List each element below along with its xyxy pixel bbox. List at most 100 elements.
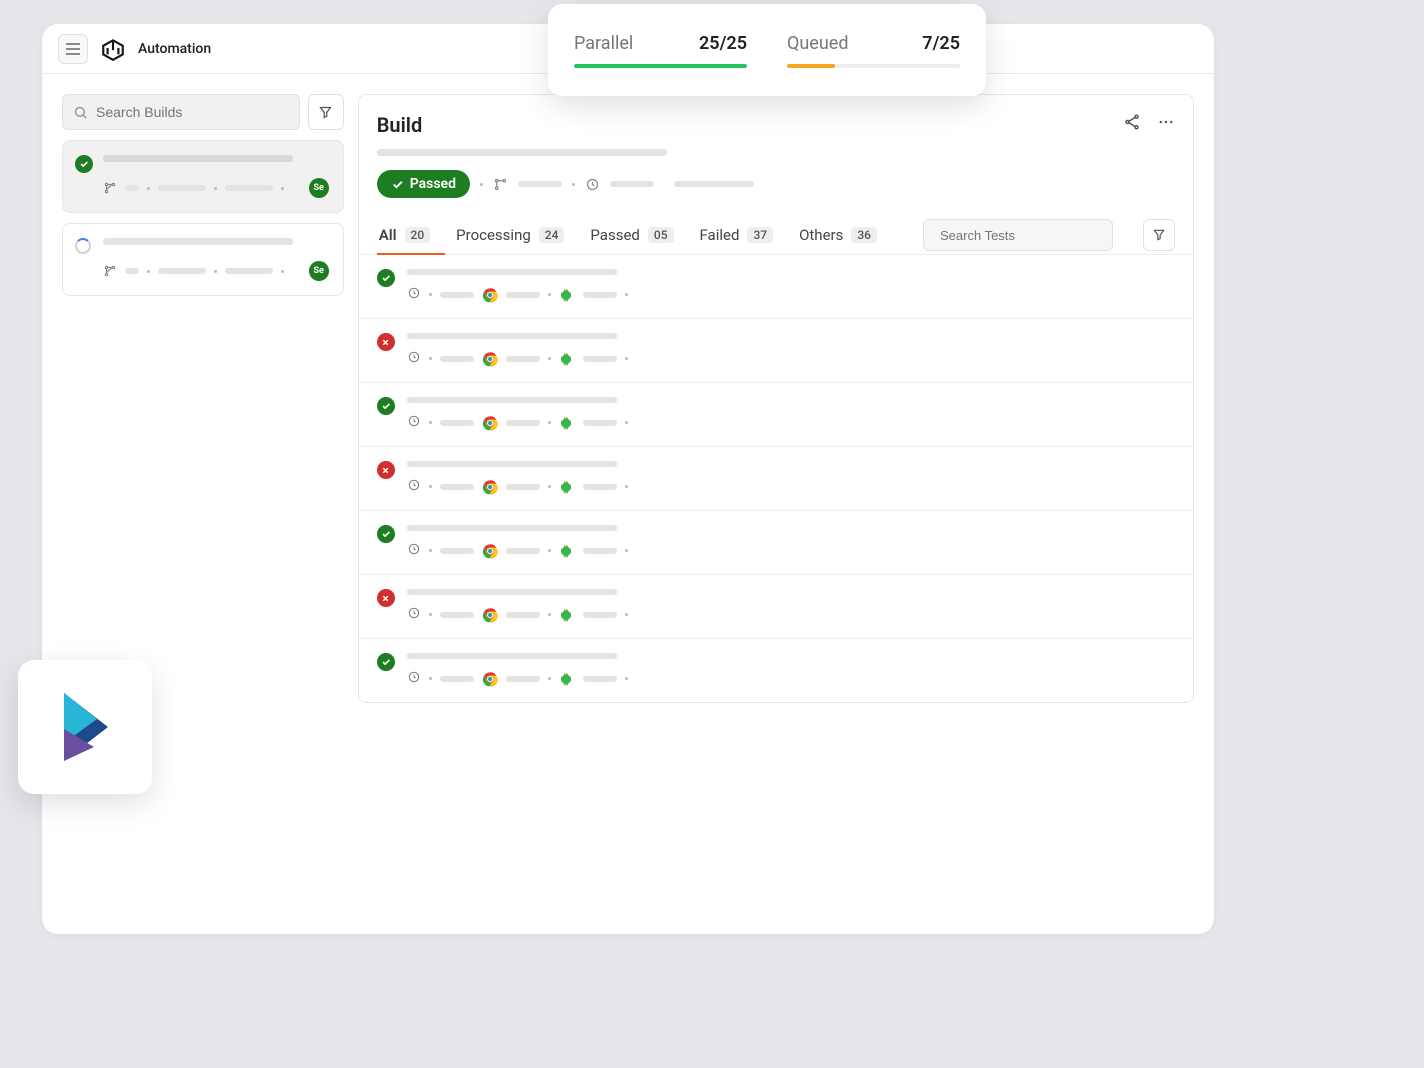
status-label: Passed (410, 176, 456, 192)
clock-icon (407, 605, 421, 624)
more-horizontal-icon (1157, 113, 1175, 131)
status-passed-icon (377, 397, 395, 415)
check-icon (391, 178, 404, 191)
stat-value: 25/25 (699, 33, 747, 54)
build-card[interactable]: Se (62, 140, 344, 213)
test-row[interactable] (359, 255, 1193, 319)
android-icon (559, 415, 575, 431)
selenium-badge-icon: Se (309, 178, 329, 198)
status-failed-icon (377, 589, 395, 607)
page-title: Build (377, 113, 423, 137)
hamburger-icon (66, 43, 80, 55)
chrome-icon (482, 287, 498, 303)
status-failed-icon (377, 333, 395, 351)
clock-icon (407, 413, 421, 432)
status-passed-icon (377, 269, 395, 287)
progress-track (787, 64, 960, 68)
test-row[interactable] (359, 511, 1193, 575)
clock-icon (407, 669, 421, 688)
stat-label: Queued (787, 33, 848, 54)
chrome-icon (482, 479, 498, 495)
product-logo-card (18, 660, 152, 794)
tab-passed[interactable]: Passed 05 (588, 216, 675, 254)
stat-label: Parallel (574, 33, 633, 54)
tab-failed[interactable]: Failed 37 (698, 216, 776, 254)
share-button[interactable] (1123, 113, 1141, 135)
app-title: Automation (138, 41, 211, 57)
main-panel: Build Passed (358, 94, 1194, 703)
test-row[interactable] (359, 639, 1193, 702)
chrome-icon (482, 671, 498, 687)
test-row[interactable] (359, 383, 1193, 447)
tab-label: All (379, 226, 397, 244)
more-button[interactable] (1157, 113, 1175, 135)
search-tests-box[interactable] (923, 219, 1113, 251)
tab-count: 20 (405, 227, 431, 243)
android-icon (559, 543, 575, 559)
branch-icon (103, 181, 117, 195)
stats-popover: Parallel 25/25 Queued 7/25 (548, 4, 986, 96)
chrome-icon (482, 351, 498, 367)
search-tests-input[interactable] (940, 228, 1116, 243)
android-icon (559, 351, 575, 367)
clock-icon (585, 177, 600, 192)
progress-track (574, 64, 747, 68)
test-row[interactable] (359, 447, 1193, 511)
status-passed-icon (377, 653, 395, 671)
clock-icon (407, 285, 421, 304)
tab-all[interactable]: All 20 (377, 216, 432, 254)
tab-count: 05 (648, 227, 674, 243)
content: Se (42, 74, 1214, 703)
status-failed-icon (377, 461, 395, 479)
android-icon (559, 671, 575, 687)
branch-icon (493, 177, 508, 192)
progress-fill (574, 64, 747, 68)
filter-icon (1152, 228, 1166, 242)
clock-icon (407, 349, 421, 368)
play-logo-icon (50, 687, 120, 767)
test-row[interactable] (359, 575, 1193, 639)
search-icon (73, 105, 88, 120)
status-passed-icon (377, 525, 395, 543)
app-logo-icon (100, 36, 126, 62)
search-builds-box[interactable] (62, 94, 300, 130)
selenium-badge-icon: Se (309, 261, 329, 281)
clock-icon (407, 477, 421, 496)
chrome-icon (482, 415, 498, 431)
status-running-icon (75, 238, 93, 256)
search-builds-input[interactable] (96, 104, 289, 120)
stat-parallel: Parallel 25/25 (574, 33, 747, 68)
tab-label: Processing (456, 226, 531, 244)
branch-icon (103, 264, 117, 278)
tabs: All 20 Processing 24 Passed 05 Failed 37… (359, 216, 1193, 255)
tab-count: 37 (747, 227, 773, 243)
progress-fill (787, 64, 835, 68)
test-list (359, 255, 1193, 702)
app-window: Automation (42, 24, 1214, 934)
sidebar: Se (62, 94, 344, 703)
filter-tests-button[interactable] (1143, 219, 1175, 251)
android-icon (559, 287, 575, 303)
menu-button[interactable] (58, 34, 88, 64)
tab-count: 24 (539, 227, 565, 243)
stat-queued: Queued 7/25 (787, 33, 960, 68)
tab-count: 36 (851, 227, 877, 243)
build-card[interactable]: Se (62, 223, 344, 296)
filter-icon (318, 105, 333, 120)
status-badge: Passed (377, 170, 470, 198)
clock-icon (407, 541, 421, 560)
android-icon (559, 479, 575, 495)
tab-label: Passed (590, 226, 639, 244)
test-row[interactable] (359, 319, 1193, 383)
share-icon (1123, 113, 1141, 131)
stat-value: 7/25 (922, 33, 960, 54)
tab-others[interactable]: Others 36 (797, 216, 879, 254)
filter-builds-button[interactable] (308, 94, 344, 130)
chrome-icon (482, 607, 498, 623)
status-passed-icon (75, 155, 93, 173)
tab-processing[interactable]: Processing 24 (454, 216, 566, 254)
chrome-icon (482, 543, 498, 559)
tab-label: Failed (700, 226, 740, 244)
tab-label: Others (799, 226, 843, 244)
android-icon (559, 607, 575, 623)
